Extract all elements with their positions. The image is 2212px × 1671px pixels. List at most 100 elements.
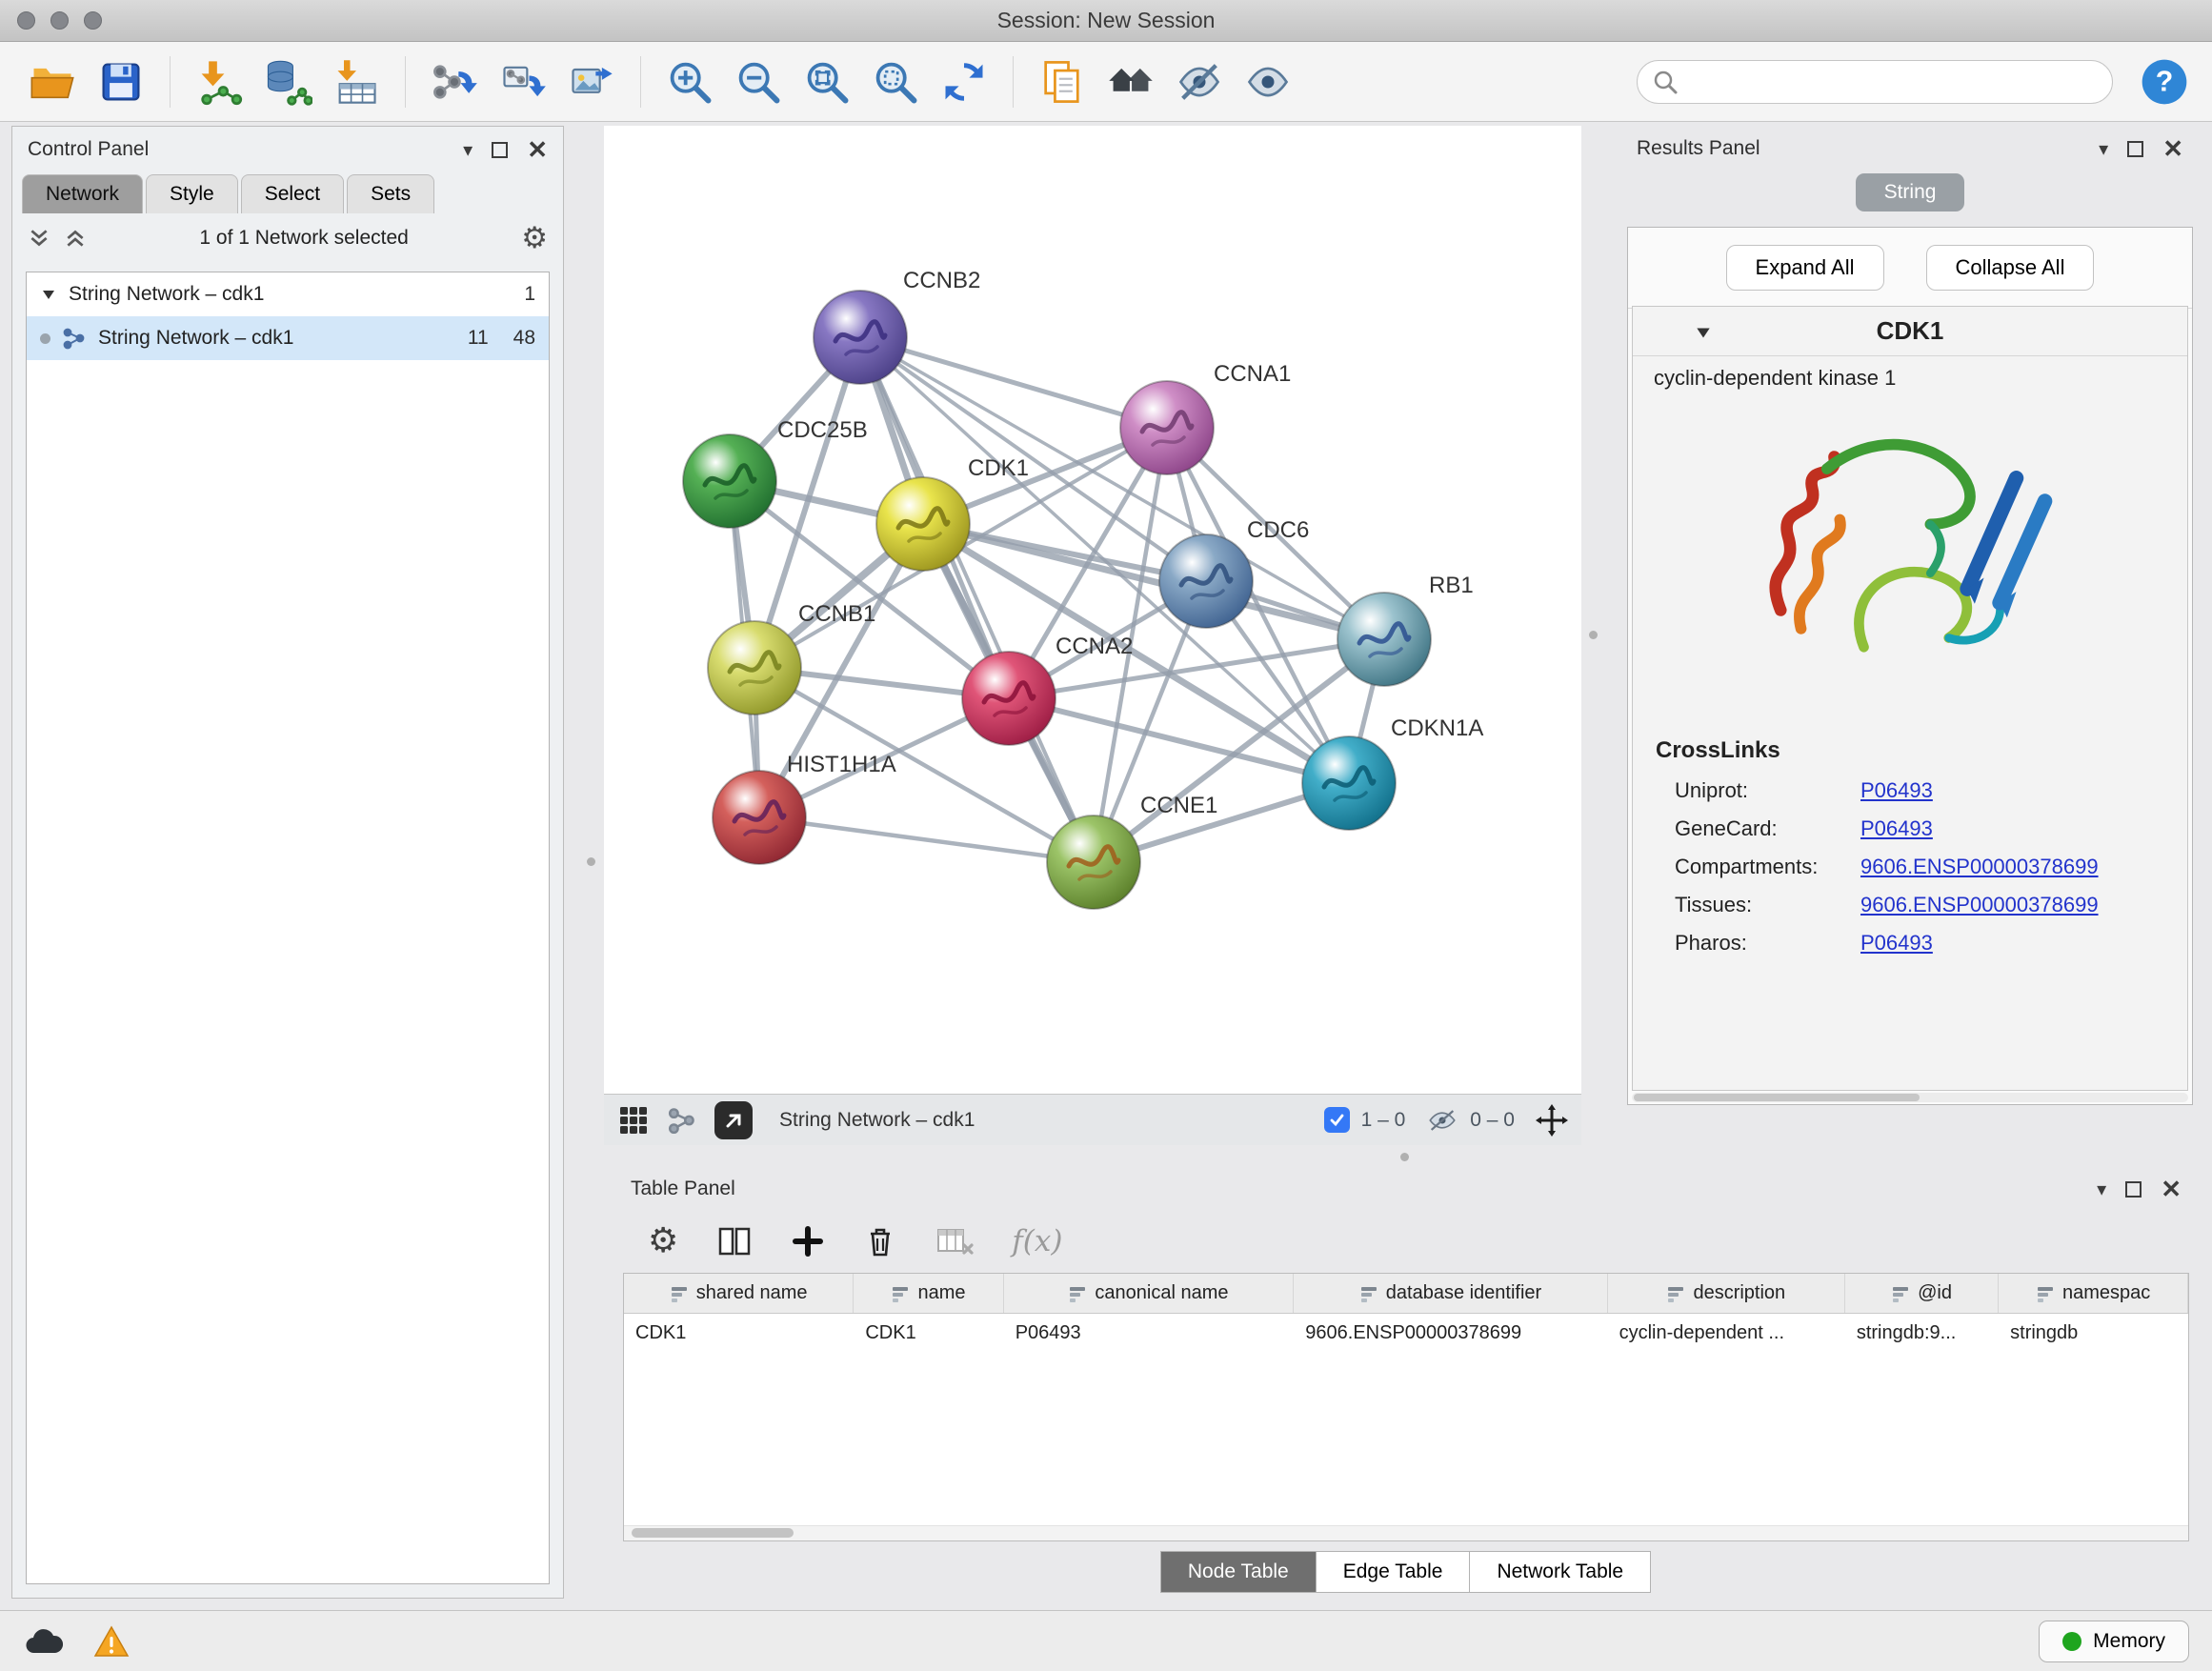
network-edge-CDK1-RB1[interactable] [923, 524, 1384, 639]
expand-all-icon[interactable] [64, 227, 87, 250]
table-settings-button[interactable]: ⚙ [648, 1224, 678, 1258]
network-node-CCNA2[interactable] [962, 652, 1056, 745]
network-canvas[interactable]: CCNB2CCNA1CDC25BCDK1CDC6RB1CCNB1CCNA2CDK… [604, 126, 1581, 1094]
tab-select[interactable]: Select [241, 174, 344, 213]
float-panel-icon[interactable] [2125, 1181, 2142, 1198]
network-node-CCNE1[interactable] [1047, 815, 1140, 909]
network-collection-row[interactable]: String Network – cdk1 1 [27, 272, 549, 316]
network-options-gear-icon[interactable]: ⚙ [521, 224, 548, 253]
crosslink-pharos-link[interactable]: P06493 [1860, 931, 1933, 956]
clone-network-button[interactable] [492, 50, 554, 113]
table-row[interactable]: CDK1CDK1P064939606.ENSP00000378699cyclin… [624, 1314, 2188, 1354]
collapse-all-button[interactable]: Collapse All [1926, 245, 2095, 291]
column-header-0[interactable]: shared name [624, 1274, 854, 1313]
network-node-CDK1[interactable] [876, 477, 970, 571]
pan-move-icon[interactable] [1536, 1104, 1568, 1137]
warnings-button[interactable] [93, 1625, 130, 1658]
cloud-status-button[interactable] [23, 1626, 65, 1657]
panel-menu-icon[interactable]: ▾ [463, 138, 473, 161]
tab-string[interactable]: String [1856, 173, 1965, 211]
network-edge-HIST1H1A-CCNE1[interactable] [759, 817, 1094, 862]
splitter-handle[interactable] [587, 857, 595, 866]
float-panel-icon[interactable] [2127, 141, 2143, 157]
table-cell[interactable]: cyclin-dependent ... [1608, 1314, 1845, 1354]
scrollbar-thumb[interactable] [632, 1528, 794, 1538]
tab-network-table[interactable]: Network Table [1469, 1551, 1651, 1593]
search-input[interactable] [1637, 60, 2113, 104]
copy-document-button[interactable] [1031, 50, 1094, 113]
open-session-button[interactable] [21, 50, 84, 113]
results-horizontal-scrollbar[interactable] [1632, 1093, 2188, 1102]
zoom-window-button[interactable] [84, 11, 102, 30]
zoom-fit-button[interactable] [795, 50, 858, 113]
import-network-from-database-button[interactable] [256, 50, 319, 113]
close-window-button[interactable] [17, 11, 35, 30]
zoom-in-button[interactable] [658, 50, 721, 113]
network-node-CCNB1[interactable] [708, 621, 801, 715]
crosslink-compartments-link[interactable]: 9606.ENSP00000378699 [1860, 855, 2099, 879]
network-node-CCNB2[interactable] [814, 291, 907, 384]
network-edge-CCNB2-CCNE1[interactable] [860, 337, 1094, 862]
network-node-CCNA1[interactable] [1120, 381, 1214, 474]
new-network-button[interactable] [423, 50, 486, 113]
import-table-from-file-button[interactable] [325, 50, 388, 113]
refresh-view-button[interactable] [933, 50, 995, 113]
panel-menu-icon[interactable]: ▾ [2099, 137, 2108, 160]
network-node-HIST1H1A[interactable] [713, 771, 806, 864]
network-edge-CCNB2-CCNA1[interactable] [860, 337, 1167, 428]
table-cell[interactable]: stringdb [1999, 1314, 2188, 1354]
memory-button[interactable]: Memory [2039, 1621, 2189, 1662]
save-session-button[interactable] [90, 50, 152, 113]
grid-view-icon[interactable] [617, 1104, 650, 1137]
splitter-handle[interactable] [1589, 631, 1598, 639]
crosslink-tissues-link[interactable]: 9606.ENSP00000378699 [1860, 893, 2099, 917]
column-header-2[interactable]: canonical name [1004, 1274, 1295, 1313]
home-view-button[interactable] [1099, 50, 1162, 113]
column-header-4[interactable]: description [1608, 1274, 1845, 1313]
hidden-eye-slash-icon[interactable] [1426, 1108, 1458, 1133]
function-builder-button[interactable]: f(x) [1012, 1224, 1062, 1258]
close-panel-icon[interactable]: ✕ [2162, 136, 2183, 161]
panel-menu-icon[interactable]: ▾ [2097, 1178, 2106, 1200]
float-panel-icon[interactable] [492, 142, 508, 158]
tab-network[interactable]: Network [22, 174, 143, 213]
open-in-new-window-button[interactable] [714, 1101, 753, 1139]
birdseye-view-icon[interactable] [667, 1105, 697, 1136]
network-node-CDC25B[interactable] [683, 434, 776, 528]
delete-column-button[interactable] [863, 1224, 897, 1258]
table-cell[interactable]: CDK1 [624, 1314, 854, 1354]
close-panel-icon[interactable]: ✕ [527, 137, 548, 162]
table-cell[interactable]: CDK1 [854, 1314, 1003, 1354]
tab-sets[interactable]: Sets [347, 174, 434, 213]
delete-table-button[interactable] [935, 1225, 974, 1258]
scrollbar-thumb[interactable] [1634, 1094, 1920, 1101]
minimize-window-button[interactable] [50, 11, 69, 30]
network-row[interactable]: String Network – cdk1 11 48 [27, 316, 549, 360]
protein-card-header[interactable]: CDK1 [1633, 307, 2187, 356]
help-button[interactable]: ? [2138, 55, 2191, 109]
export-image-button[interactable] [560, 50, 623, 113]
tab-edge-table[interactable]: Edge Table [1316, 1551, 1471, 1593]
network-node-CDC6[interactable] [1159, 534, 1253, 628]
column-header-1[interactable]: name [854, 1274, 1003, 1313]
show-columns-button[interactable] [716, 1223, 753, 1259]
table-cell[interactable]: stringdb:9... [1845, 1314, 1999, 1354]
create-column-button[interactable] [791, 1224, 825, 1258]
collapse-all-icon[interactable] [28, 227, 50, 250]
tab-style[interactable]: Style [146, 174, 238, 213]
zoom-out-button[interactable] [727, 50, 790, 113]
disclosure-triangle-icon[interactable] [1694, 323, 1713, 342]
crosslink-genecard-link[interactable]: P06493 [1860, 816, 1933, 841]
crosslink-uniprot-link[interactable]: P06493 [1860, 778, 1933, 803]
tab-node-table[interactable]: Node Table [1160, 1551, 1317, 1593]
show-all-button[interactable] [1237, 50, 1299, 113]
table-cell[interactable]: 9606.ENSP00000378699 [1294, 1314, 1607, 1354]
zoom-selected-button[interactable] [864, 50, 927, 113]
column-header-3[interactable]: database identifier [1294, 1274, 1607, 1313]
table-horizontal-scrollbar[interactable] [624, 1525, 2188, 1540]
splitter-handle[interactable] [1400, 1153, 1409, 1161]
hide-selected-button[interactable] [1168, 50, 1231, 113]
network-node-CDKN1A[interactable] [1302, 736, 1396, 830]
disclosure-triangle-icon[interactable] [40, 286, 57, 303]
selected-checkbox[interactable] [1324, 1107, 1350, 1133]
